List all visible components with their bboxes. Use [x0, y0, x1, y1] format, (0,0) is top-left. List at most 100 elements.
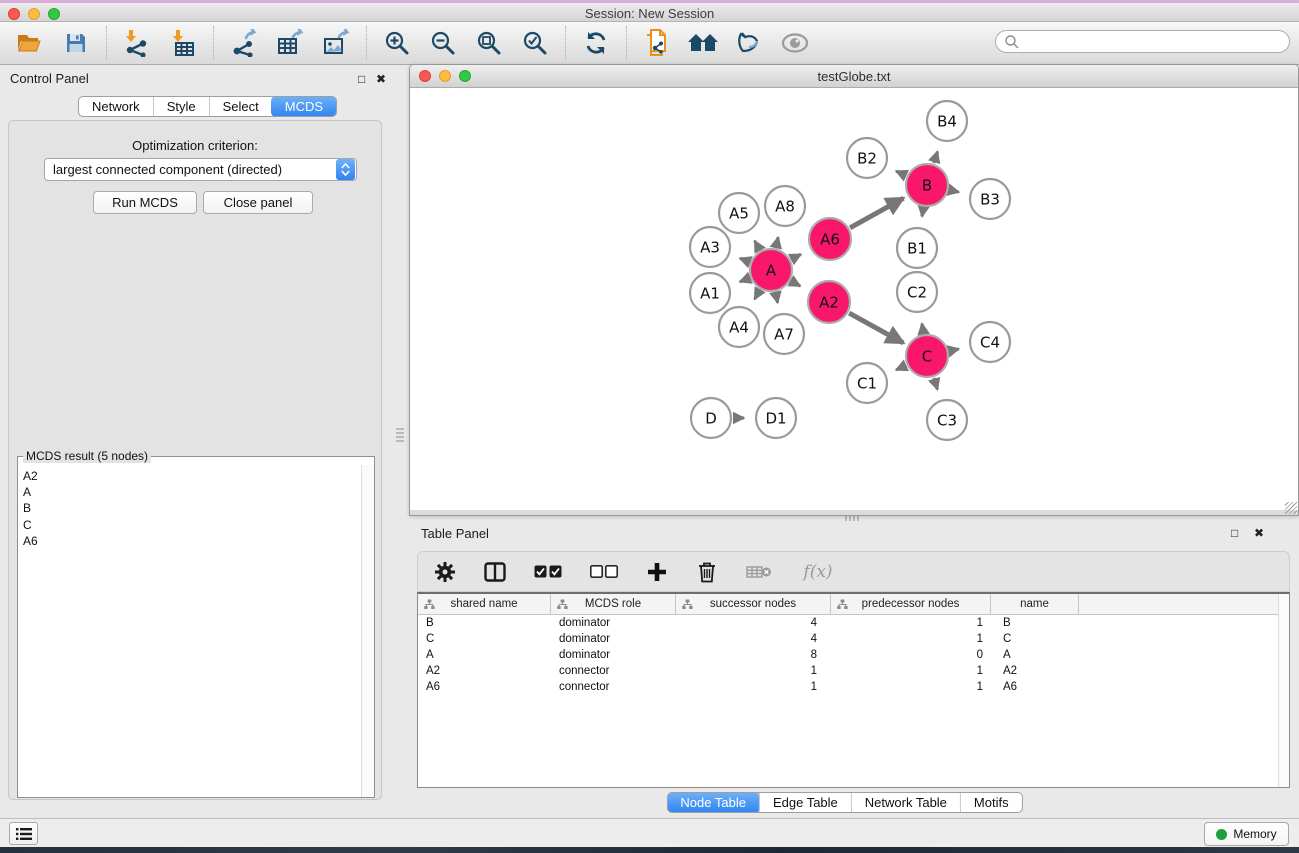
result-item[interactable]: A6: [23, 533, 361, 549]
cell[interactable]: A2: [418, 665, 551, 677]
open-file-icon[interactable]: [14, 27, 46, 59]
edge-B-B3[interactable]: [949, 190, 958, 192]
node-C[interactable]: C: [906, 335, 948, 377]
edge-C-C3[interactable]: [934, 378, 938, 390]
edge-B-B1[interactable]: [922, 208, 923, 217]
cell[interactable]: A2: [991, 665, 1079, 677]
cell[interactable]: connector: [551, 665, 676, 677]
result-item[interactable]: A2: [23, 468, 361, 484]
table-float-panel-icon[interactable]: □: [1231, 526, 1238, 540]
clone-network-icon[interactable]: [641, 27, 673, 59]
clear-table-icon[interactable]: [744, 559, 774, 585]
cell[interactable]: 1: [676, 681, 831, 693]
edge-A-A6[interactable]: [791, 254, 800, 259]
edge-C-C2[interactable]: [922, 324, 924, 334]
node-B3[interactable]: B3: [970, 179, 1010, 219]
close-panel-icon[interactable]: ✖: [376, 72, 386, 86]
tab-network-table[interactable]: Network Table: [851, 793, 960, 812]
node-A7[interactable]: A7: [764, 314, 804, 354]
result-item[interactable]: B: [23, 500, 361, 516]
node-D[interactable]: D: [691, 398, 731, 438]
criterion-dropdown[interactable]: largest connected component (directed): [44, 158, 357, 181]
cell[interactable]: dominator: [551, 633, 676, 645]
cell[interactable]: A6: [991, 681, 1079, 693]
node-A3[interactable]: A3: [690, 227, 730, 267]
zoom-in-icon[interactable]: [381, 27, 413, 59]
tab-edge-table[interactable]: Edge Table: [759, 793, 851, 812]
cell[interactable]: 8: [676, 649, 831, 661]
table-row[interactable]: A2connector11A2: [418, 663, 1289, 679]
table-scrollbar[interactable]: [1278, 594, 1289, 787]
tab-network[interactable]: Network: [79, 97, 153, 116]
resize-handle-icon[interactable]: [1285, 502, 1297, 514]
cell[interactable]: 1: [831, 665, 991, 677]
search-input[interactable]: [1020, 35, 1270, 49]
node-C4[interactable]: C4: [970, 322, 1010, 362]
cell[interactable]: 4: [676, 633, 831, 645]
node-B[interactable]: B: [906, 164, 948, 206]
run-mcds-button[interactable]: Run MCDS: [93, 191, 197, 214]
home-icon[interactable]: [687, 27, 719, 59]
tab-style[interactable]: Style: [153, 97, 209, 116]
node-A8[interactable]: A8: [765, 186, 805, 226]
cell[interactable]: B: [418, 617, 551, 629]
cell[interactable]: A: [991, 649, 1079, 661]
cell[interactable]: A6: [418, 681, 551, 693]
cell[interactable]: 0: [831, 649, 991, 661]
cell[interactable]: dominator: [551, 649, 676, 661]
refresh-icon[interactable]: [580, 27, 612, 59]
import-table-icon[interactable]: [167, 27, 199, 59]
cell[interactable]: 1: [676, 665, 831, 677]
delete-icon[interactable]: [694, 559, 720, 585]
edge-A-A2[interactable]: [791, 281, 800, 286]
node-C2[interactable]: C2: [897, 272, 937, 312]
tab-node-table[interactable]: Node Table: [666, 792, 760, 813]
edge-C-C4[interactable]: [949, 349, 958, 351]
task-history-button[interactable]: [9, 822, 38, 845]
node-B1[interactable]: B1: [897, 228, 937, 268]
edge-A-A1[interactable]: [740, 278, 750, 282]
cell[interactable]: A: [418, 649, 551, 661]
hide-panels-icon[interactable]: [733, 27, 765, 59]
node-A6[interactable]: A6: [809, 218, 851, 260]
export-table-icon[interactable]: [274, 27, 306, 59]
column-header-name[interactable]: name: [991, 594, 1079, 614]
node-B4[interactable]: B4: [927, 101, 967, 141]
table-row[interactable]: Bdominator41B: [418, 615, 1289, 631]
node-C3[interactable]: C3: [927, 400, 967, 440]
node-A5[interactable]: A5: [719, 193, 759, 233]
zoom-selected-icon[interactable]: [519, 27, 551, 59]
column-header-shared-name[interactable]: shared name: [418, 594, 551, 614]
edge-A-A5[interactable]: [755, 241, 760, 250]
edge-A6-B[interactable]: [850, 198, 903, 228]
edge-A-A8[interactable]: [776, 237, 778, 247]
edge-B-B4[interactable]: [934, 152, 938, 164]
cell[interactable]: B: [991, 617, 1079, 629]
tab-motifs[interactable]: Motifs: [960, 793, 1022, 812]
node-B2[interactable]: B2: [847, 138, 887, 178]
edge-A2-C[interactable]: [849, 313, 903, 343]
node-A1[interactable]: A1: [690, 273, 730, 313]
column-header-predecessor-nodes[interactable]: predecessor nodes: [831, 594, 991, 614]
column-header-MCDS-role[interactable]: MCDS role: [551, 594, 676, 614]
cell[interactable]: connector: [551, 681, 676, 693]
edge-A-A4[interactable]: [755, 290, 760, 299]
add-column-icon[interactable]: [644, 559, 670, 585]
vertical-splitter[interactable]: [396, 428, 404, 444]
network-canvas[interactable]: AA1A2A3A4A5A6A7A8BB1B2B3B4CC1C2C3C4DD1: [410, 88, 1298, 511]
cell[interactable]: 1: [831, 681, 991, 693]
cell[interactable]: 1: [831, 617, 991, 629]
memory-button[interactable]: Memory: [1204, 822, 1289, 846]
node-A[interactable]: A: [750, 249, 792, 291]
cell[interactable]: 1: [831, 633, 991, 645]
cell[interactable]: C: [991, 633, 1079, 645]
save-session-icon[interactable]: [60, 27, 92, 59]
node-A2[interactable]: A2: [808, 281, 850, 323]
result-scrollbar[interactable]: [361, 465, 374, 797]
tab-mcds[interactable]: MCDS: [271, 96, 337, 117]
show-graphics-icon[interactable]: [779, 27, 811, 59]
node-A4[interactable]: A4: [719, 307, 759, 347]
network-graph[interactable]: AA1A2A3A4A5A6A7A8BB1B2B3B4CC1C2C3C4DD1: [410, 88, 1298, 511]
zoom-fit-icon[interactable]: [473, 27, 505, 59]
settings-gear-icon[interactable]: [432, 559, 458, 585]
